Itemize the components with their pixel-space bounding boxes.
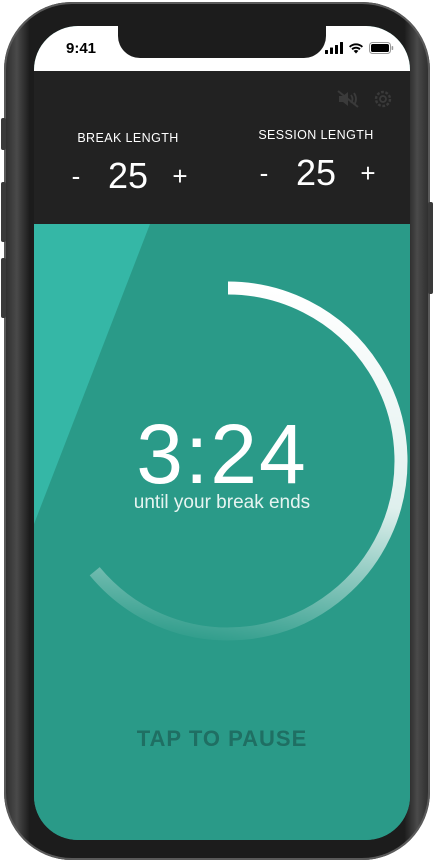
break-decrement-button[interactable]: -	[58, 161, 94, 192]
notch	[118, 26, 326, 58]
countdown-subtitle: until your break ends	[133, 492, 311, 513]
countdown-clock: 3:24	[136, 407, 308, 501]
session-increment-button[interactable]: +	[350, 158, 386, 189]
status-icons	[325, 42, 394, 54]
home-indicator-area	[34, 832, 410, 840]
mute-icon[interactable]	[336, 89, 360, 109]
break-length-label: BREAK LENGTH	[77, 131, 179, 145]
session-length-stepper: - 25 +	[236, 152, 396, 194]
signal-icon	[325, 42, 343, 54]
power-button	[428, 202, 433, 294]
status-time: 9:41	[66, 40, 97, 57]
volume-down-button	[1, 258, 6, 318]
volume-up-button	[1, 182, 6, 242]
settings-header: BREAK LENGTH - 25 + SESSION LENGTH - 25 …	[34, 71, 410, 224]
status-bar: 9:41	[34, 26, 410, 71]
screen: 9:41 BREAK LENGTH - 25 + SESSION LENGTH …	[34, 26, 410, 840]
session-decrement-button[interactable]: -	[246, 158, 282, 189]
break-length-value: 25	[107, 155, 149, 196]
session-length-value: 25	[295, 152, 337, 193]
phone-frame: 9:41 BREAK LENGTH - 25 + SESSION LENGTH …	[1, 2, 433, 860]
wifi-icon	[349, 43, 363, 54]
break-length-setting: BREAK LENGTH - 25 +	[48, 131, 208, 197]
break-increment-button[interactable]: +	[162, 161, 198, 192]
session-length-label: SESSION LENGTH	[258, 128, 374, 142]
action-button	[1, 118, 6, 150]
break-length-stepper: - 25 +	[48, 155, 208, 197]
timer-area[interactable]: 3:24 until your break ends TAP TO PAUSE	[34, 224, 410, 840]
battery-icon	[369, 42, 394, 54]
settings-icon[interactable]	[374, 89, 392, 109]
session-length-setting: SESSION LENGTH - 25 +	[236, 128, 396, 194]
pause-button[interactable]: TAP TO PAUSE	[34, 726, 410, 752]
